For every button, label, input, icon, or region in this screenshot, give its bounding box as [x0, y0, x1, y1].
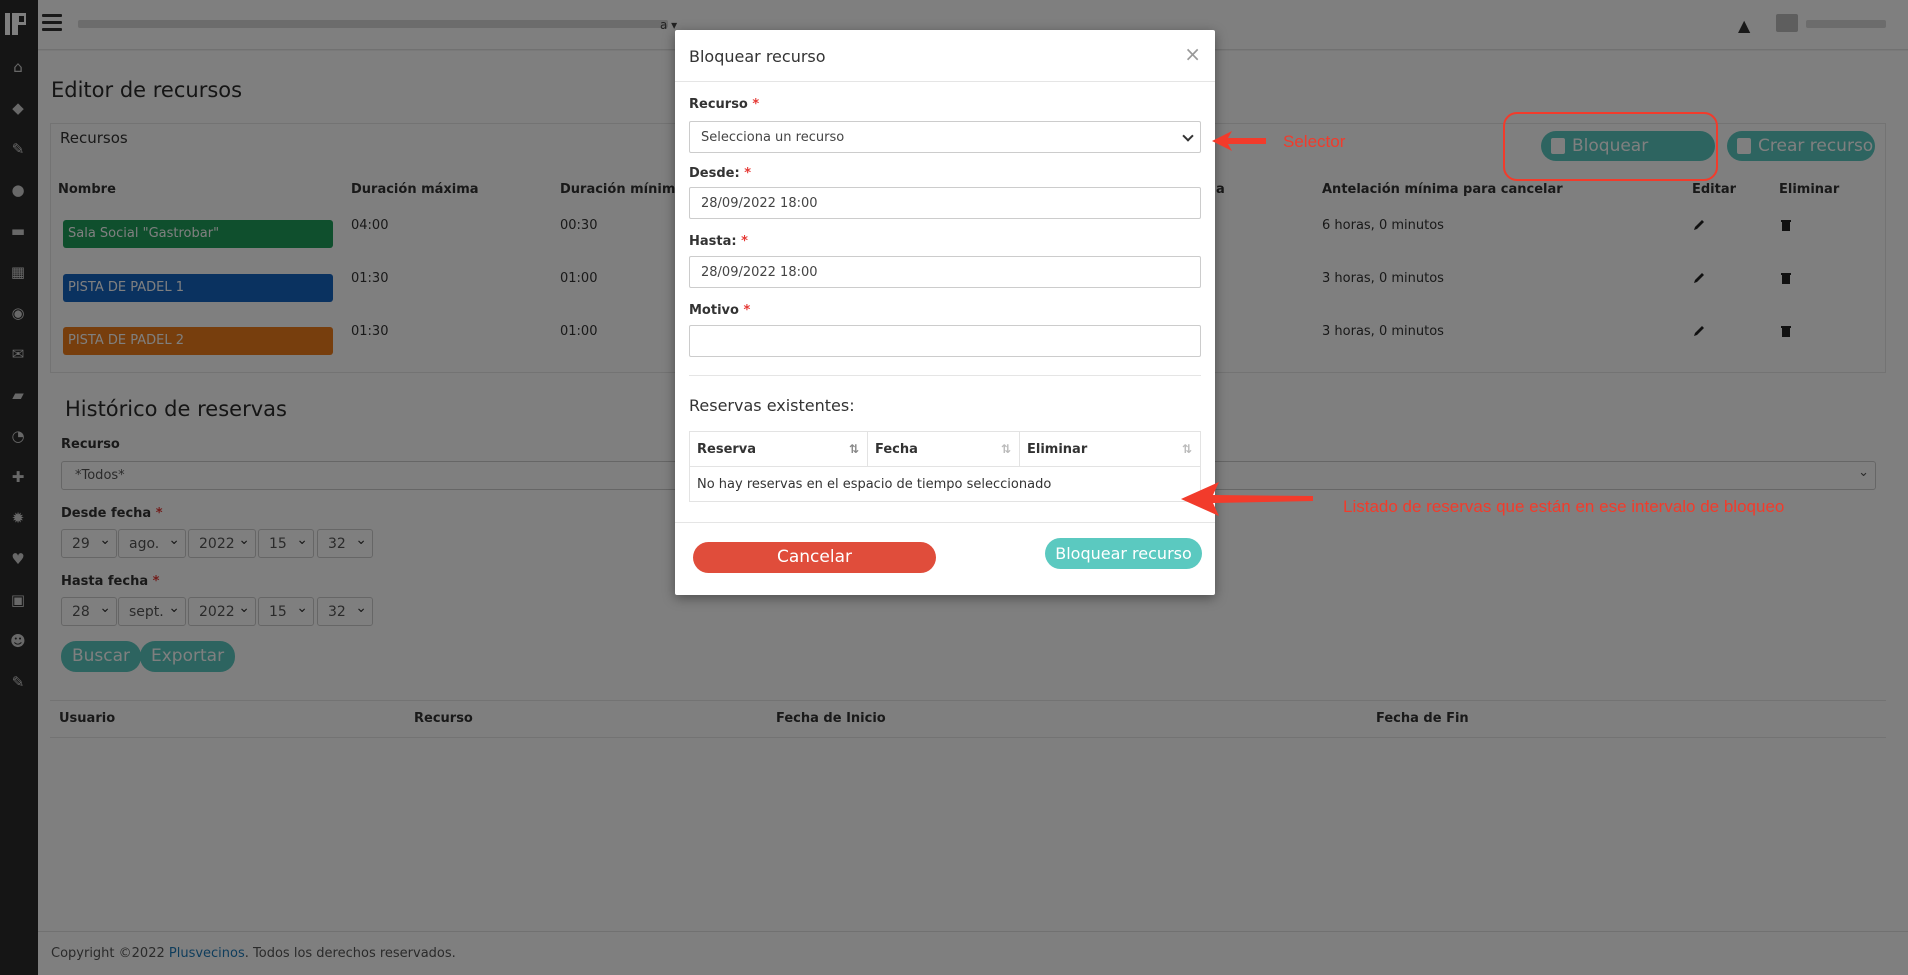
modal-title: Bloquear recurso: [689, 47, 826, 66]
divider: [689, 375, 1201, 376]
from-label: Desde: *: [689, 166, 751, 181]
sort-icon: ⇅: [1000, 442, 1011, 456]
sort-icon: ⇅: [848, 442, 859, 456]
confirm-block-button[interactable]: Bloquear recurso: [1045, 538, 1202, 569]
from-label-text: Desde:: [689, 166, 740, 181]
col-date[interactable]: Fecha ⇅: [868, 432, 1020, 467]
cancel-button[interactable]: Cancelar: [693, 542, 936, 573]
resource-label: Recurso *: [689, 97, 759, 112]
footer-divider: [675, 522, 1215, 523]
required-mark: *: [752, 97, 760, 112]
col-delete[interactable]: Eliminar ⇅: [1020, 432, 1200, 467]
arrow-icon: [1212, 131, 1266, 151]
col-booking-label: Reserva: [697, 442, 757, 457]
to-label-text: Hasta:: [689, 234, 737, 249]
modal-header: Bloquear recurso ×: [675, 30, 1215, 82]
existing-bookings-title: Reservas existentes:: [689, 396, 855, 415]
existing-bookings-table: Reserva ⇅ Fecha ⇅ Eliminar ⇅ No hay reserva…: [689, 431, 1201, 502]
to-label: Hasta: *: [689, 234, 748, 249]
reason-label-text: Motivo: [689, 303, 739, 318]
resource-select[interactable]: Selecciona un recurso: [689, 121, 1201, 153]
col-booking[interactable]: Reserva ⇅: [690, 432, 868, 467]
required-mark: *: [744, 166, 752, 181]
reason-label: Motivo *: [689, 303, 750, 318]
empty-message: No hay reservas en el espacio de tiempo …: [697, 477, 1052, 492]
to-datetime-input[interactable]: 28/09/2022 18:00: [689, 256, 1201, 288]
resource-select-value: Selecciona un recurso: [701, 130, 845, 145]
reason-input[interactable]: [689, 325, 1201, 357]
resource-label-text: Recurso: [689, 97, 748, 112]
table-header: Reserva ⇅ Fecha ⇅ Eliminar ⇅: [690, 432, 1200, 467]
sort-icon: ⇅: [1181, 442, 1192, 456]
close-icon[interactable]: ×: [1184, 42, 1201, 66]
block-resource-modal: Bloquear recurso × Recurso * Selecciona …: [675, 30, 1215, 595]
arrow-icon: [1181, 482, 1313, 516]
highlight-box: [1503, 112, 1718, 181]
listing-annotation: Listado de reservas que están en ese int…: [1343, 497, 1785, 516]
required-mark: *: [743, 303, 751, 318]
col-date-label: Fecha: [875, 442, 918, 457]
selector-annotation: Selector: [1283, 132, 1346, 151]
col-delete-label: Eliminar: [1027, 442, 1088, 457]
required-mark: *: [741, 234, 748, 249]
from-datetime-input[interactable]: 28/09/2022 18:00: [689, 187, 1201, 219]
